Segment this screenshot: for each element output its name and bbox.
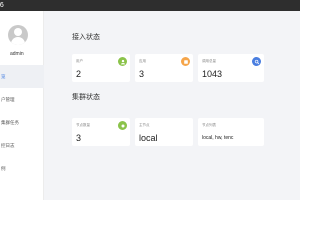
sidebar-item-overview[interactable]: 览: [0, 65, 44, 88]
sidebar-item-label: 户管理: [1, 96, 15, 102]
node-count-label: 节点数量: [76, 123, 90, 127]
sidebar-item-label: 控日志: [1, 142, 15, 148]
calls-label: 调用总量: [202, 59, 216, 63]
top-bar: 06: [0, 0, 300, 11]
master-node-card: 主节点 local: [135, 118, 193, 146]
sidebar-item-monitor-logs[interactable]: 控日志: [0, 134, 44, 157]
apps-card: 应用 3: [135, 54, 193, 82]
users-label: 用户: [76, 59, 83, 63]
sidebar-item-cluster-tasks[interactable]: 集群任务: [0, 111, 44, 134]
apps-label: 应用: [139, 59, 146, 63]
calls-value: 1043: [202, 69, 223, 79]
node-count-value: 3: [76, 133, 82, 143]
access-status-title: 接入状态: [72, 34, 100, 41]
cluster-status-title: 集群状态: [72, 94, 100, 101]
app-icon: [181, 57, 190, 66]
users-card: 用户 2: [72, 54, 130, 82]
sidebar-item-label: 览: [1, 73, 6, 79]
users-value: 2: [76, 69, 82, 79]
username: admin: [10, 51, 24, 57]
sidebar-item-label: 集群任务: [1, 119, 19, 125]
search-icon: [252, 57, 261, 66]
apps-value: 3: [139, 69, 145, 79]
user-icon: [118, 57, 127, 66]
master-node-label: 主节点: [139, 123, 150, 127]
avatar[interactable]: [8, 25, 28, 45]
avatar-body-icon: [11, 37, 25, 45]
node-list-label: 节点列表: [202, 123, 216, 127]
calls-card: 调用总量 1043: [198, 54, 264, 82]
sidebar-nav: 览 户管理 集群任务 控日志 例: [0, 65, 44, 180]
main-content: 接入状态 用户 2 应用 3 调用总量 1043 集群状态 节点数量 3 主节点…: [44, 11, 300, 200]
sidebar: admin 览 户管理 集群任务 控日志 例: [0, 11, 44, 200]
sidebar-item-label: 例: [1, 165, 6, 171]
sidebar-item-user-management[interactable]: 户管理: [0, 88, 44, 111]
app-title: 06: [0, 2, 4, 9]
node-list-card: 节点列表 local, hw, tenc: [198, 118, 264, 146]
avatar-head-icon: [14, 28, 22, 36]
node-icon: [118, 121, 127, 130]
master-node-value: local: [139, 133, 158, 143]
sidebar-item-examples[interactable]: 例: [0, 157, 44, 180]
node-count-card: 节点数量 3: [72, 118, 130, 146]
node-list-value: local, hw, tenc: [202, 135, 234, 141]
